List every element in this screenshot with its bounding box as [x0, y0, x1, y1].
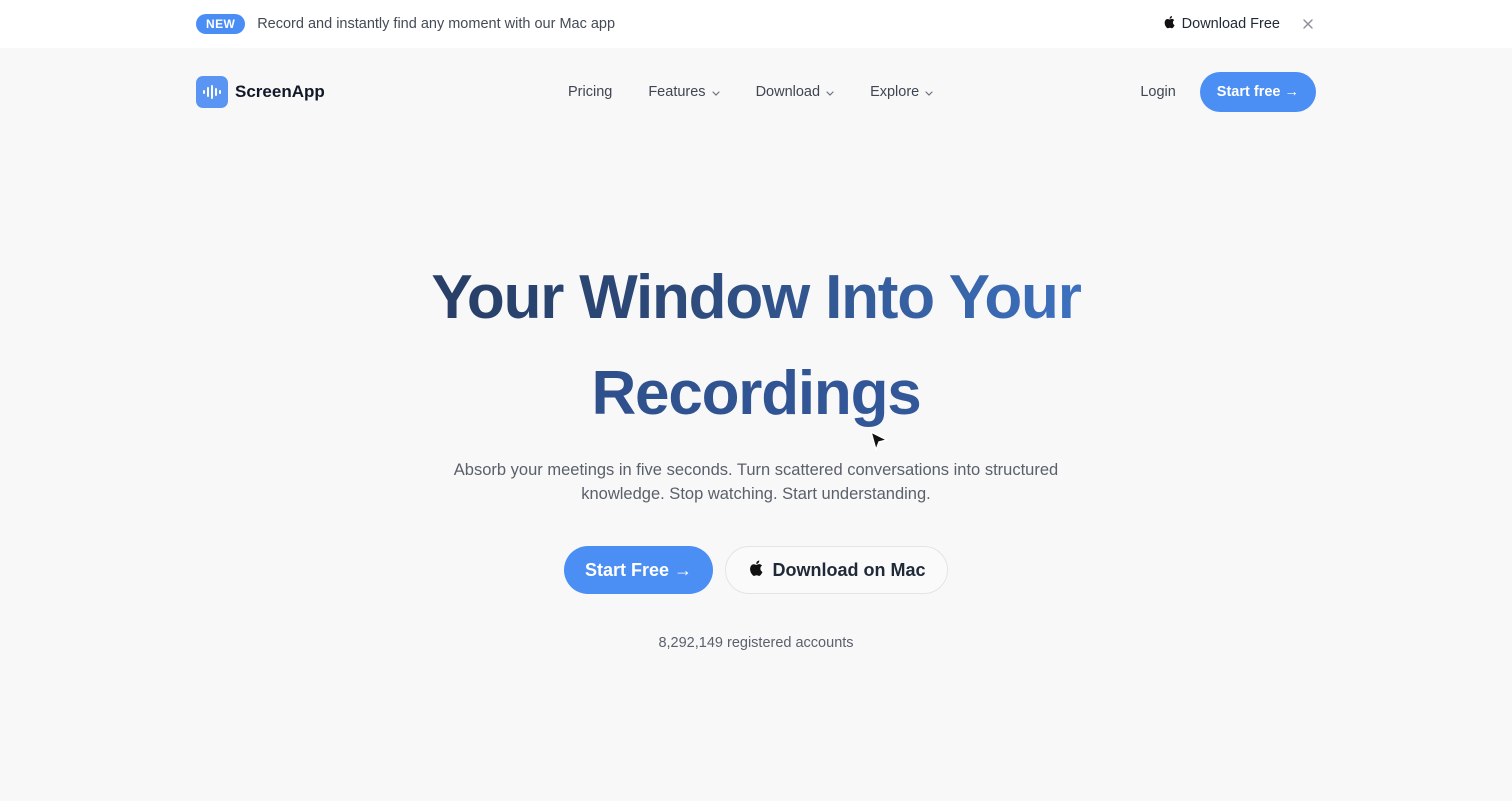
start-free-cta-label: Start Free → — [584, 559, 693, 580]
download-free-label: Download Free — [1181, 16, 1280, 32]
registered-accounts-count: 8,292,149 registered accounts — [658, 635, 854, 651]
chevron-down-icon — [826, 84, 834, 100]
announcement-bar: NEW Record and instantly find any moment… — [0, 0, 1512, 48]
mouse-pointer-icon — [868, 430, 890, 454]
brand-logo[interactable]: ScreenApp — [196, 76, 325, 108]
audio-wave-icon — [196, 76, 228, 108]
brand-name: ScreenApp — [235, 82, 325, 101]
chevron-down-icon — [711, 84, 720, 100]
chevron-down-icon — [925, 84, 933, 100]
announcement-text: Record and instantly find any moment wit… — [257, 16, 616, 32]
start-free-cta-button[interactable]: Start Free → — [564, 546, 713, 594]
main-nav: ScreenApp Pricing Features Download Expl… — [196, 70, 1316, 114]
download-on-mac-button[interactable]: Download on Mac — [725, 546, 948, 594]
hero-subtitle: Absorb your meetings in five seconds. Tu… — [0, 458, 1512, 506]
close-icon[interactable] — [1300, 16, 1316, 32]
download-on-mac-label: Download on Mac — [772, 559, 926, 580]
nav-item-label: Download — [755, 84, 821, 100]
nav-item-label: Pricing — [568, 84, 613, 100]
nav-menu: Pricing Features Download Explore — [568, 84, 933, 100]
start-free-button[interactable]: Start free → — [1199, 72, 1316, 112]
nav-item-download[interactable]: Download — [756, 84, 835, 100]
hero-cta-row: Start Free → Download on Mac — [0, 546, 1512, 594]
nav-item-label: Features — [648, 84, 706, 100]
hero-subtitle-line-1: Absorb your meetings in five seconds. Tu… — [453, 461, 1059, 479]
nav-item-features[interactable]: Features — [648, 84, 720, 100]
hero-title-line-2: Recordings — [0, 346, 1512, 442]
apple-icon — [1163, 15, 1175, 33]
nav-item-label: Explore — [870, 84, 920, 100]
nav-item-pricing[interactable]: Pricing — [568, 84, 612, 100]
apple-icon — [748, 559, 763, 582]
hero-title-line-1: Your Window Into Your — [0, 250, 1512, 346]
download-free-link[interactable]: Download Free — [1163, 15, 1280, 33]
nav-item-explore[interactable]: Explore — [870, 84, 933, 100]
new-badge: NEW — [196, 14, 246, 34]
login-link[interactable]: Login — [1140, 84, 1175, 100]
hero-subtitle-line-2: knowledge. Stop watching. Start understa… — [581, 485, 931, 503]
hero-title: Your Window Into Your Recordings — [0, 250, 1512, 442]
